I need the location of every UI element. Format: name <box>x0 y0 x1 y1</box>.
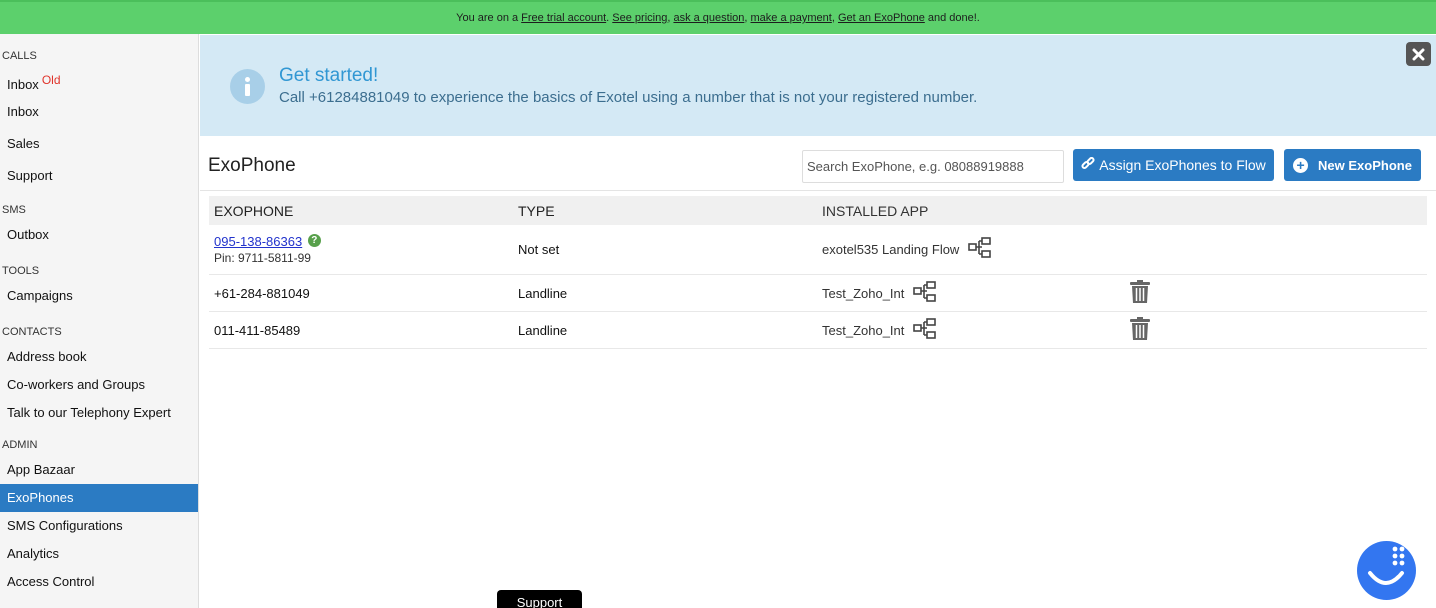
installed-app-cell: exotel535 Landing Flow <box>817 237 1121 262</box>
sidebar-item-telephony-expert[interactable]: Talk to our Telephony Expert <box>0 399 198 427</box>
info-icon <box>230 69 265 104</box>
trial-notice-prefix: You are on a <box>456 12 522 24</box>
sidebar-item-outbox[interactable]: Outbox <box>0 221 198 249</box>
page-title: ExoPhone <box>208 155 296 176</box>
sidebar-section-sms: SMS <box>2 204 26 216</box>
flow-icon[interactable] <box>967 237 993 262</box>
column-header-type: TYPE <box>518 202 555 219</box>
exophone-number: +61-284-881049 <box>214 285 310 301</box>
flow-icon[interactable] <box>912 317 938 343</box>
search-input[interactable] <box>802 150 1064 183</box>
main-content: Get started! Call +61284881049 to experi… <box>200 34 1436 608</box>
banner-title: Get started! <box>279 65 379 86</box>
exophone-pin: Pin: 9711-5811-99 <box>214 251 311 265</box>
sidebar-item-analytics[interactable]: Analytics <box>0 540 198 568</box>
trash-icon[interactable] <box>1129 316 1151 344</box>
trial-notice-bar: You are on a Free trial account. See pri… <box>0 0 1436 34</box>
ask-question-link[interactable]: ask a question <box>673 12 744 24</box>
support-tab[interactable]: Support <box>497 590 582 608</box>
sidebar-item-app-bazaar[interactable]: App Bazaar <box>0 456 198 484</box>
old-badge: Old <box>41 73 61 87</box>
sidebar-section-calls: CALLS <box>2 50 37 62</box>
trash-icon[interactable] <box>1129 279 1151 307</box>
sidebar-item-access-control[interactable]: Access Control <box>0 568 198 596</box>
column-header-exophone: EXOPHONE <box>214 202 294 219</box>
actions-cell <box>1121 279 1427 307</box>
sidebar-item-exophones[interactable]: ExoPhones <box>0 484 198 512</box>
sidebar-item-campaigns[interactable]: Campaigns <box>0 282 198 310</box>
see-pricing-link[interactable]: See pricing <box>612 12 667 24</box>
plus-circle-icon: + <box>1293 157 1309 173</box>
close-icon[interactable] <box>1406 42 1431 66</box>
sidebar-item-inbox-old[interactable]: Inbox Old <box>0 66 198 94</box>
exophone-table: EXOPHONE TYPE INSTALLED APP 095-138-8636… <box>209 196 1427 349</box>
sidebar-section-tools: TOOLS <box>2 265 40 277</box>
type-cell: Landline <box>518 285 568 301</box>
make-payment-link[interactable]: make a payment <box>751 12 832 24</box>
chat-widget-icon[interactable] <box>1357 541 1416 600</box>
sidebar-section-contacts: CONTACTS <box>2 326 62 338</box>
installed-app-name: Test_Zoho_Int <box>822 322 905 338</box>
divider <box>200 190 1436 191</box>
sidebar-item-inbox[interactable]: Inbox <box>0 98 198 126</box>
sidebar-item-sms-configurations[interactable]: SMS Configurations <box>0 512 198 540</box>
new-exophone-button[interactable]: + New ExoPhone <box>1284 149 1421 181</box>
free-trial-link[interactable]: Free trial account <box>521 12 606 24</box>
help-icon[interactable]: ? <box>307 234 321 247</box>
table-header: EXOPHONE TYPE INSTALLED APP <box>209 196 1427 225</box>
actions-cell <box>1121 316 1427 344</box>
exophone-number-link[interactable]: 095-138-86363 <box>214 234 302 249</box>
new-button-label: New ExoPhone <box>1318 157 1412 173</box>
banner-text: Call +61284881049 to experience the basi… <box>279 89 978 106</box>
get-exophone-link[interactable]: Get an ExoPhone <box>838 12 925 24</box>
sidebar-item-label: Inbox <box>7 77 39 92</box>
get-started-banner: Get started! Call +61284881049 to experi… <box>200 35 1436 136</box>
sidebar-item-sales[interactable]: Sales <box>0 130 198 158</box>
sidebar-item-address-book[interactable]: Address book <box>0 343 198 371</box>
sidebar-item-support[interactable]: Support <box>0 162 198 190</box>
type-cell: Not set <box>518 242 560 257</box>
type-cell: Landline <box>518 322 568 338</box>
exophone-number: 011-411-85489 <box>214 322 301 338</box>
exophone-cell: 095-138-86363 ? Pin: 9711-5811-99 <box>209 234 513 265</box>
assign-button-label: Assign ExoPhones to Flow <box>1099 157 1266 173</box>
assign-exophones-button[interactable]: Assign ExoPhones to Flow <box>1073 149 1274 181</box>
installed-app-cell: Test_Zoho_Int <box>817 317 1121 343</box>
sidebar-section-admin: ADMIN <box>2 439 38 451</box>
installed-app-name: Test_Zoho_Int <box>822 285 905 301</box>
table-row: +61-284-881049 Landline Test_Zoho_Int <box>209 275 1427 312</box>
sidebar-item-coworkers[interactable]: Co-workers and Groups <box>0 371 198 399</box>
sidebar: CALLS Inbox Old Inbox Sales Support SMS O… <box>0 34 199 608</box>
installed-app-name: exotel535 Landing Flow <box>822 242 960 257</box>
installed-app-cell: Test_Zoho_Int <box>817 280 1121 306</box>
flow-icon[interactable] <box>912 280 938 306</box>
column-header-installed-app: INSTALLED APP <box>822 202 929 219</box>
table-row: 095-138-86363 ? Pin: 9711-5811-99 Not se… <box>209 225 1427 275</box>
link-icon <box>1081 156 1095 174</box>
table-row: 011-411-85489 Landline Test_Zoho_Int <box>209 312 1427 349</box>
trial-notice-suffix: and done!. <box>924 12 980 24</box>
